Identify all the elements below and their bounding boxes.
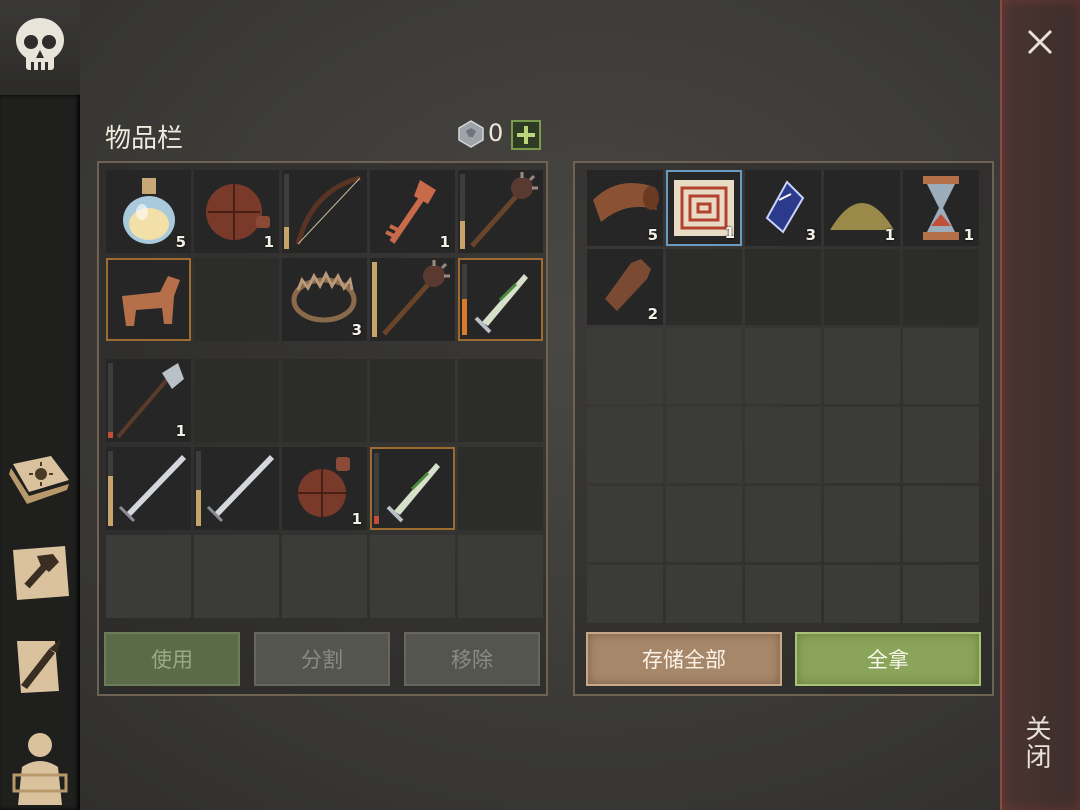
character-equipment-icon (12, 733, 68, 805)
locked-slot (666, 565, 742, 623)
locked-slot (587, 486, 663, 562)
rail-button-equipment[interactable] (5, 727, 75, 807)
spiked-mace-icon (470, 172, 538, 248)
locked-slot (745, 565, 821, 623)
rail-button-crafting[interactable] (5, 538, 75, 608)
add-currency-button[interactable] (511, 120, 541, 150)
storage-slot[interactable]: 3 (745, 170, 821, 246)
inventory-slot[interactable] (194, 447, 279, 530)
locked-slot (666, 407, 742, 483)
storage-slot[interactable] (745, 249, 821, 325)
item-count: 1 (351, 510, 362, 528)
inventory-slot[interactable] (458, 258, 543, 341)
locked-slot (458, 535, 543, 618)
inventory-title: 物品栏 (105, 124, 184, 154)
store-all-button[interactable]: 存储全部 (586, 632, 782, 686)
inventory-slot[interactable]: 1 (194, 170, 279, 253)
locked-slot (587, 407, 663, 483)
locked-slot (824, 565, 900, 623)
steel-sword-icon (206, 455, 274, 523)
storage-slot[interactable]: 1 (903, 170, 979, 246)
skull-icon (16, 18, 64, 70)
locked-slot (106, 535, 191, 618)
hammer-craft-icon (13, 546, 69, 600)
inventory-slot[interactable]: 1 (370, 170, 455, 253)
locked-slot (370, 535, 455, 618)
item-count: 2 (647, 305, 658, 323)
locked-slot (903, 565, 979, 623)
storage-slot[interactable] (824, 249, 900, 325)
storage-slot[interactable]: 5 (587, 170, 663, 246)
gem-coin-icon (457, 120, 485, 148)
item-count: 1 (175, 422, 186, 440)
take-all-button[interactable]: 全拿 (795, 632, 981, 686)
sun-book-icon (9, 456, 69, 504)
inventory-slot[interactable]: 1 (106, 359, 191, 442)
inventory-slot[interactable] (282, 359, 367, 442)
skull-tab[interactable] (0, 0, 80, 95)
locked-slot (745, 407, 821, 483)
item-count: 1 (963, 226, 974, 244)
inventory-slot[interactable] (370, 258, 455, 341)
locked-slot (903, 407, 979, 483)
inventory-slot[interactable]: 1 (282, 447, 367, 530)
item-count: 1 (439, 233, 450, 251)
item-count: 5 (175, 233, 186, 251)
item-count: 3 (351, 321, 362, 339)
wooden-bow-icon (295, 175, 361, 245)
close-panel-bar[interactable] (1000, 0, 1080, 810)
inventory-slot[interactable] (106, 447, 191, 530)
currency-value: 0 (488, 119, 504, 147)
item-count: 1 (724, 224, 735, 242)
storage-slot[interactable]: 2 (587, 249, 663, 325)
locked-slot (745, 328, 821, 404)
inventory-slot[interactable] (458, 447, 543, 530)
plus-icon (517, 126, 535, 144)
green-dagger-icon (474, 274, 528, 334)
wooden-horse-icon (122, 276, 180, 326)
rail-button-journal[interactable] (5, 445, 75, 515)
locked-slot (824, 328, 900, 404)
locked-slot (587, 328, 663, 404)
inventory-slot[interactable] (370, 447, 455, 530)
inventory-slot[interactable]: 3 (282, 258, 367, 341)
locked-slot (282, 535, 367, 618)
locked-slot (194, 535, 279, 618)
inventory-slot[interactable]: 5 (106, 170, 191, 253)
remove-button[interactable]: 移除 (404, 632, 540, 686)
item-count: 5 (647, 226, 658, 244)
locked-slot (903, 328, 979, 404)
locked-slot (824, 486, 900, 562)
locked-slot (824, 407, 900, 483)
inventory-slot[interactable] (370, 359, 455, 442)
inventory-slot[interactable] (194, 258, 279, 341)
locked-slot (587, 565, 663, 623)
steel-sword-icon (118, 455, 186, 523)
inventory-slot[interactable] (458, 359, 543, 442)
storage-slot[interactable]: 1 (824, 170, 900, 246)
close-label[interactable]: 关闭 (1021, 715, 1055, 771)
inventory-slot[interactable] (458, 170, 543, 253)
locked-slot (666, 328, 742, 404)
item-count: 3 (805, 226, 816, 244)
item-count: 1 (263, 233, 274, 251)
storage-slot[interactable] (666, 249, 742, 325)
storage-slot[interactable]: 1 (666, 170, 742, 246)
quill-scroll-icon (17, 639, 61, 693)
storage-slot[interactable] (903, 249, 979, 325)
inventory-slot[interactable] (194, 359, 279, 442)
inventory-slot[interactable] (106, 258, 191, 341)
spiked-mace-icon (382, 260, 450, 336)
locked-slot (745, 486, 821, 562)
use-button[interactable]: 使用 (104, 632, 240, 686)
split-button[interactable]: 分割 (254, 632, 390, 686)
item-count: 1 (884, 226, 895, 244)
green-dagger-icon (386, 463, 440, 523)
close-x-icon[interactable] (1020, 22, 1060, 62)
locked-slot (903, 486, 979, 562)
inventory-slot[interactable] (282, 170, 367, 253)
locked-slot (666, 486, 742, 562)
rail-button-quests[interactable] (5, 632, 75, 702)
